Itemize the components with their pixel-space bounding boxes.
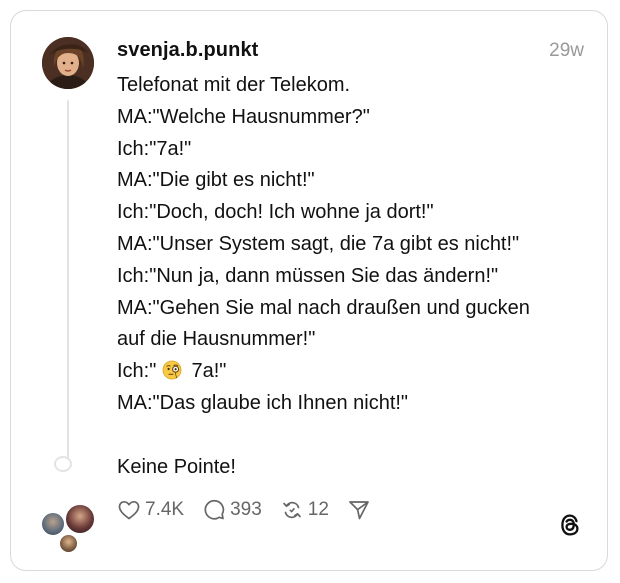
post-line: MA:"Welche Hausnummer?" <box>117 105 370 128</box>
thread-connector-line <box>67 100 69 460</box>
post-line: Ich:"7a!" <box>117 137 192 160</box>
like-count: 7.4K <box>145 499 185 520</box>
post-line: MA:"Gehen Sie mal nach draußen und gucke… <box>117 296 530 319</box>
face-with-monocle-emoji <box>162 360 182 380</box>
reply-button[interactable]: 393 <box>202 498 262 522</box>
repost-button[interactable]: 12 <box>280 498 329 522</box>
post-line: MA:"Unser System sagt, die 7a gibt es ni… <box>117 232 520 255</box>
threads-logo-icon <box>557 512 583 538</box>
avatar-portrait-icon <box>42 37 94 89</box>
user-avatar[interactable] <box>42 37 94 89</box>
like-button[interactable]: 7.4K <box>117 498 184 522</box>
post-timestamp[interactable]: 29w <box>549 40 584 62</box>
post-line: Keine Pointe! <box>117 455 236 478</box>
share-button[interactable] <box>347 498 375 522</box>
reply-avatar <box>40 511 66 537</box>
post-line: Telefonat mit der Telekom. <box>117 74 351 96</box>
send-icon <box>349 501 369 520</box>
post-text: Telefonat mit der Telekom. MA:"Welche Ha… <box>117 70 587 483</box>
reply-count: 393 <box>230 499 262 520</box>
reply-avatar <box>64 503 96 535</box>
reply-avatar <box>58 533 79 554</box>
username[interactable]: svenja.b.punkt <box>117 39 258 62</box>
post-line-blank <box>117 420 587 452</box>
post-line: auf die Hausnummer!" <box>117 328 316 351</box>
post-line: MA:"Die gibt es nicht!" <box>117 169 315 192</box>
repost-icon <box>282 501 301 519</box>
heart-icon <box>118 500 140 520</box>
post-line-with-emoji: Ich:" 7a!" <box>117 356 587 388</box>
post-line: MA:"Das glaube ich Ihnen nicht!" <box>117 391 409 414</box>
post-line-prefix: Ich:" <box>117 360 157 383</box>
post-line-suffix: 7a!" <box>191 360 227 383</box>
comment-icon <box>204 499 225 520</box>
post-line: Ich:"Doch, doch! Ich wohne ja dort!" <box>117 201 434 224</box>
thread-connector-loop <box>54 456 72 472</box>
threads-logo-glyph <box>561 514 579 536</box>
post-line: Ich:"Nun ja, dann müssen Sie das ändern!… <box>117 264 499 287</box>
reply-avatars[interactable] <box>40 503 98 554</box>
repost-count: 12 <box>307 499 329 520</box>
post-actions: 7.4K 393 12 <box>117 497 393 523</box>
